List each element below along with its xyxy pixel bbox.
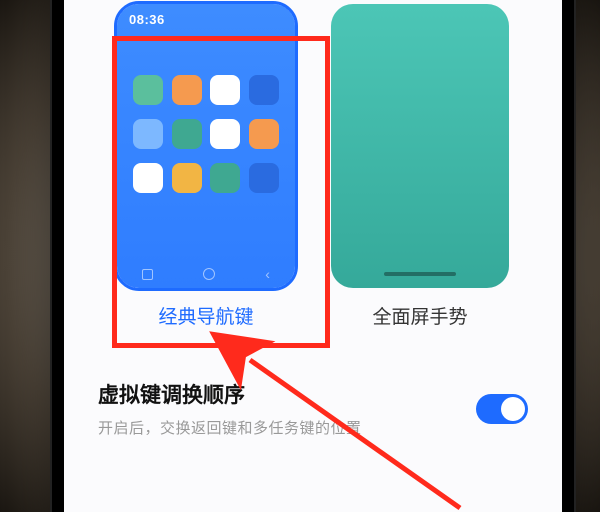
preview-navbar <box>117 260 295 288</box>
app-icon <box>172 163 202 193</box>
app-icon <box>133 119 163 149</box>
app-icon <box>210 119 240 149</box>
app-icon <box>133 75 163 105</box>
preview-app-grid <box>117 29 295 260</box>
app-icon <box>133 163 163 193</box>
gesture-handle-icon <box>384 272 456 276</box>
preview-status-time: 08:36 <box>117 4 295 29</box>
classic-nav-preview: 08:36 <box>117 4 295 288</box>
home-icon <box>203 268 215 280</box>
app-icon <box>249 75 279 105</box>
gesture-nav-preview <box>331 4 509 288</box>
app-icon <box>249 163 279 193</box>
option-classic-nav[interactable]: 08:36 <box>117 4 295 329</box>
option-gesture-nav[interactable]: 全面屏手势 <box>331 4 509 329</box>
swap-nav-keys-toggle[interactable] <box>476 394 528 424</box>
screen: 08:36 <box>64 0 562 512</box>
nav-style-options: 08:36 <box>64 0 562 339</box>
swap-nav-keys-setting: 虚拟键调换顺序 开启后，交换返回键和多任务键的位置 <box>98 379 528 438</box>
option-classic-label: 经典导航键 <box>158 302 253 329</box>
setting-text: 虚拟键调换顺序 开启后，交换返回键和多任务键的位置 <box>98 379 362 438</box>
app-icon <box>210 75 240 105</box>
recents-icon <box>142 269 153 280</box>
app-icon <box>249 119 279 149</box>
option-gesture-label: 全面屏手势 <box>372 302 467 329</box>
app-icon <box>172 75 202 105</box>
app-icon <box>172 119 202 149</box>
setting-title: 虚拟键调换顺序 <box>98 379 362 409</box>
app-icon <box>210 163 240 193</box>
setting-subtitle: 开启后，交换返回键和多任务键的位置 <box>98 417 362 438</box>
phone-frame: 08:36 <box>52 0 574 512</box>
back-icon <box>265 267 270 282</box>
